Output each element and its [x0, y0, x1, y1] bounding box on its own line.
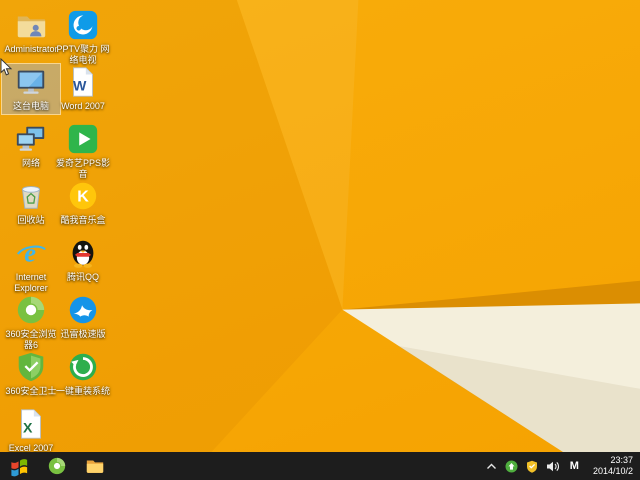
- taskbar-360-browser-button[interactable]: [38, 452, 76, 480]
- icon-label: Internet Explorer: [14, 272, 48, 293]
- kuwo-icon: K: [66, 179, 100, 213]
- computer-icon: [14, 65, 48, 99]
- icon-label: 360安全卫士: [5, 386, 57, 396]
- 360-browser-icon: [48, 457, 66, 475]
- desktop-icon-administrator[interactable]: Administrator: [2, 7, 60, 57]
- icon-label: 腾讯QQ: [66, 272, 99, 282]
- icon-label: 这台电脑: [12, 101, 49, 111]
- desktop-icon-kuwo-music[interactable]: K 酷我音乐盒: [54, 178, 112, 228]
- clock-date: 2014/10/2: [592, 466, 633, 476]
- clock-time: 23:37: [610, 455, 633, 465]
- icon-label: 一键重装系统: [55, 386, 110, 396]
- update-arrow-icon: [505, 460, 518, 472]
- svg-text:e: e: [24, 238, 36, 268]
- desktop-icon-360-safeguard[interactable]: 360安全卫士: [2, 349, 60, 399]
- icon-label: 酷我音乐盒: [60, 215, 106, 225]
- xunlei-bird-icon: [66, 293, 100, 327]
- pptv-icon: [66, 8, 100, 42]
- desktop-icon-iqiyi-pps[interactable]: 爱奇艺PPS影音: [54, 121, 112, 182]
- folder-icon: [86, 460, 104, 473]
- desktop-icon-internet-explorer[interactable]: e Internet Explorer: [2, 235, 60, 296]
- speaker-icon: [546, 461, 559, 471]
- input-method-indicator[interactable]: M: [568, 460, 581, 472]
- taskbar: M 23:37 2014/10/2: [0, 452, 640, 480]
- desktop-icon-pptv[interactable]: PPTV聚力 网络电视: [54, 7, 112, 68]
- tray-security-icon[interactable]: [526, 452, 538, 480]
- svg-text:K: K: [77, 188, 89, 206]
- network-icon: [14, 122, 48, 156]
- icon-label: 网络: [21, 158, 40, 168]
- desktop-icon-reinstall-system[interactable]: 一键重装系统: [54, 349, 112, 399]
- desktop-icon-xunlei[interactable]: 迅雷极速版: [54, 292, 112, 342]
- recycle-bin-icon: [14, 179, 48, 213]
- tray-updater-icon[interactable]: [505, 452, 518, 480]
- icon-label: PPTV聚力 网络电视: [56, 44, 110, 65]
- user-folder-icon: [14, 8, 48, 42]
- 360-browser-icon: [14, 293, 48, 327]
- desktop-icon-excel-2007[interactable]: X Excel 2007: [2, 406, 60, 456]
- shield-icon: [526, 460, 537, 473]
- show-hidden-icons-button[interactable]: [486, 452, 497, 480]
- chevron-up-icon: [486, 463, 496, 469]
- desktop-icon-this-pc[interactable]: 这台电脑: [1, 63, 61, 115]
- desktop-icon-360-browser[interactable]: 360安全浏览器6: [2, 292, 60, 353]
- 360-shield-icon: [14, 350, 48, 384]
- tray-volume-icon[interactable]: [546, 452, 560, 480]
- icon-label: Word 2007: [61, 101, 105, 111]
- desktop-icon-network[interactable]: 网络: [2, 121, 60, 171]
- taskbar-clock[interactable]: 23:37 2014/10/2: [589, 455, 633, 477]
- internet-explorer-icon: e: [14, 236, 48, 270]
- icon-label: 爱奇艺PPS影音: [55, 158, 110, 179]
- system-tray: M 23:37 2014/10/2: [486, 452, 640, 480]
- svg-text:W: W: [73, 79, 87, 95]
- icon-label: 迅雷极速版: [60, 329, 106, 339]
- svg-text:X: X: [23, 421, 33, 437]
- taskbar-file-explorer-button[interactable]: [76, 452, 114, 480]
- desktop-icon-tencent-qq[interactable]: 腾讯QQ: [54, 235, 112, 285]
- icon-label: 回收站: [17, 215, 45, 225]
- start-button[interactable]: [0, 452, 38, 480]
- windows-logo-icon: [10, 458, 27, 476]
- qq-penguin-icon: [66, 236, 100, 270]
- excel-icon: X: [14, 407, 48, 441]
- icon-label: 360安全浏览器6: [5, 329, 57, 350]
- iqiyi-pps-icon: [66, 122, 100, 156]
- reinstall-icon: [66, 350, 100, 384]
- desktop-icon-word-2007[interactable]: W Word 2007: [54, 64, 112, 114]
- icon-label: Administrator: [4, 44, 58, 54]
- desktop-icon-recycle-bin[interactable]: 回收站: [2, 178, 60, 228]
- word-icon: W: [66, 65, 100, 99]
